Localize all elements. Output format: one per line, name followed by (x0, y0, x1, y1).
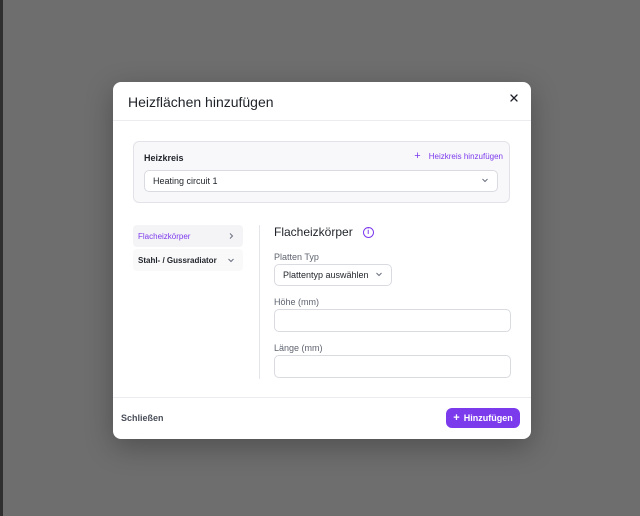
footer-divider (113, 397, 531, 398)
add-button[interactable]: + Hinzufügen (446, 408, 520, 428)
add-button-label: Hinzufügen (463, 413, 513, 423)
hoehe-label: Höhe (mm) (274, 297, 320, 307)
close-button[interactable]: Schließen (121, 413, 164, 423)
nav-item-stahl-gussradiator[interactable]: Stahl- / Gussradiator (133, 249, 243, 271)
chevron-down-icon (481, 176, 489, 186)
section-title-text: Flacheizkörper (274, 225, 353, 239)
add-heizkreis-button[interactable]: + Heizkreis hinzufügen (414, 150, 503, 162)
window-edge (0, 0, 3, 516)
chevron-right-icon (227, 232, 235, 242)
info-icon[interactable]: i (362, 226, 374, 238)
plus-icon: + (414, 150, 421, 162)
radiator-type-nav: Flacheizkörper Stahl- / Gussradiator (133, 225, 243, 273)
heizkreis-card: Heizkreis + Heizkreis hinzufügen Heating… (133, 141, 510, 203)
nav-item-flacheizkoerper[interactable]: Flacheizkörper (133, 225, 243, 247)
dialog-title: Heizflächen hinzufügen (128, 94, 274, 110)
add-heating-surfaces-dialog: Heizflächen hinzufügen Heizkreis + Heizk… (113, 82, 531, 439)
laenge-label: Länge (mm) (274, 343, 323, 353)
heizkreis-label: Heizkreis (144, 153, 184, 163)
nav-item-label: Stahl- / Gussradiator (138, 255, 217, 265)
heizkreis-selected-value: Heating circuit 1 (153, 176, 218, 186)
platten-typ-label: Platten Typ (274, 252, 319, 262)
header-divider (113, 120, 531, 121)
nav-item-label: Flacheizkörper (138, 231, 191, 241)
platten-typ-select[interactable]: Plattentyp auswählen (274, 264, 392, 286)
chevron-down-icon (375, 270, 383, 280)
hoehe-input[interactable] (274, 309, 511, 332)
add-heizkreis-label: Heizkreis hinzufügen (428, 151, 503, 161)
chevron-down-icon (227, 256, 235, 266)
heizkreis-select[interactable]: Heating circuit 1 (144, 170, 498, 192)
section-title: Flacheizkörper i (274, 225, 374, 239)
section-divider (259, 225, 260, 379)
laenge-input[interactable] (274, 355, 511, 378)
plus-icon: + (453, 412, 460, 424)
close-icon[interactable] (507, 91, 521, 105)
platten-typ-placeholder: Plattentyp auswählen (283, 270, 369, 280)
